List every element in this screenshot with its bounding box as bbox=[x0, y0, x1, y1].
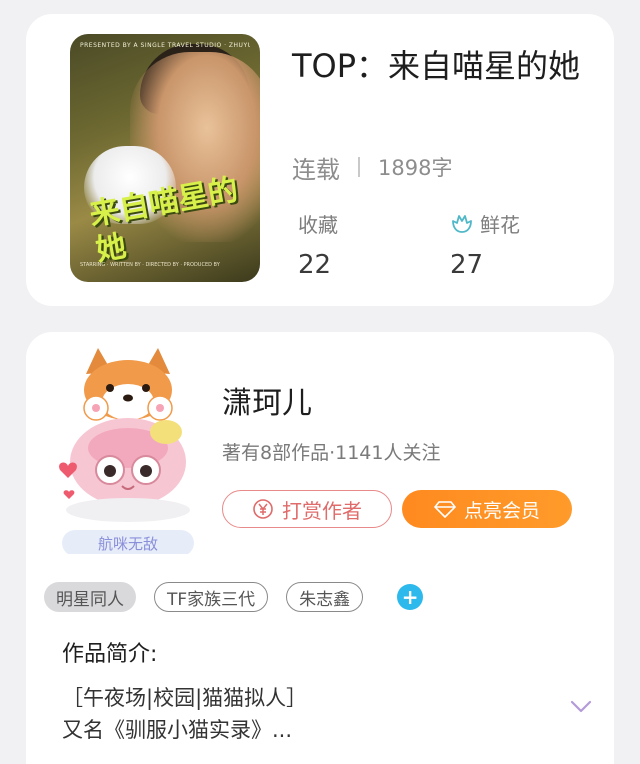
intro-heading: 作品简介: bbox=[62, 642, 158, 667]
author-name[interactable]: 潇珂儿 bbox=[222, 378, 312, 422]
author-avatar[interactable]: 航咪无敌 bbox=[46, 344, 214, 554]
book-word-count: 1898字 bbox=[378, 156, 453, 180]
stat-favorites[interactable]: 收藏 22 bbox=[298, 208, 338, 281]
tag-item[interactable]: TF家族三代 bbox=[154, 582, 269, 612]
author-card: 航咪无敌 潇珂儿 著有8部作品·1141人关注 打赏作者 点亮会员 明星同人 T… bbox=[26, 332, 614, 764]
author-stats: 著有8部作品·1141人关注 bbox=[222, 442, 441, 464]
avatar-badge-text: 航咪无敌 bbox=[98, 535, 158, 553]
add-tag-icon[interactable]: + bbox=[397, 584, 424, 610]
book-info-card: PRESENTED BY A SINGLE TRAVEL STUDIO · ZH… bbox=[26, 14, 614, 306]
diamond-icon bbox=[434, 501, 456, 518]
stat-flowers-label-row: 鲜花 bbox=[450, 208, 520, 238]
cover-top-text: PRESENTED BY A SINGLE TRAVEL STUDIO · ZH… bbox=[80, 42, 250, 49]
vip-button-label: 点亮会员 bbox=[463, 499, 540, 522]
intro-text-line: 又名《驯服小猫实录》... bbox=[62, 718, 293, 742]
flower-icon bbox=[452, 215, 472, 233]
vip-button[interactable]: 点亮会员 bbox=[402, 490, 572, 528]
stat-flowers-label: 鲜花 bbox=[480, 212, 520, 237]
book-status: 连载 bbox=[292, 155, 340, 184]
tag-item[interactable]: 朱志鑫 bbox=[286, 582, 364, 612]
stat-flowers-value: 27 bbox=[450, 250, 484, 280]
stat-favorites-value: 22 bbox=[298, 250, 332, 280]
book-meta: 连载 1898字 bbox=[292, 150, 452, 184]
tag-list: 明星同人 TF家族三代 朱志鑫 + bbox=[44, 582, 424, 612]
stat-favorites-label: 收藏 bbox=[298, 212, 338, 237]
tag-item[interactable]: 明星同人 bbox=[44, 582, 136, 612]
stat-flowers[interactable]: 鲜花 27 bbox=[450, 208, 520, 281]
book-cover-image[interactable]: PRESENTED BY A SINGLE TRAVEL STUDIO · ZH… bbox=[70, 34, 260, 282]
cover-bottom-text: STARRING · WRITTEN BY · DIRECTED BY · PR… bbox=[80, 262, 220, 268]
reward-author-label: 打赏作者 bbox=[282, 498, 362, 523]
intro-text-line: ［午夜场|校园|猫猫拟人］ bbox=[62, 686, 308, 710]
chevron-down-icon[interactable] bbox=[570, 700, 592, 714]
meta-divider bbox=[358, 157, 360, 177]
reward-author-button[interactable]: 打赏作者 bbox=[222, 490, 392, 528]
book-title: TOP：来自喵星的她 bbox=[292, 47, 581, 85]
yuan-icon bbox=[253, 499, 273, 519]
